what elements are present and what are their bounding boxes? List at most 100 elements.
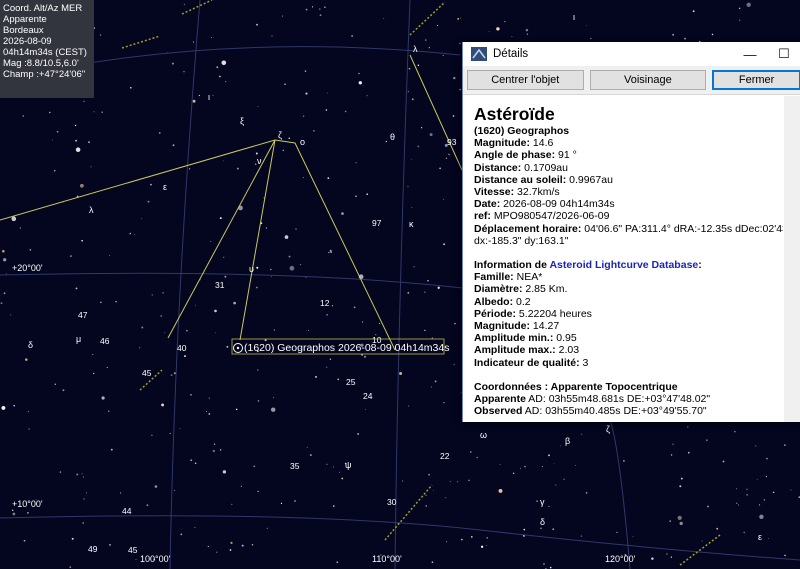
details-titlebar[interactable]: Détails — ☐ (463, 42, 800, 66)
field-value: 3 (579, 356, 589, 369)
info-coord-system: Coord. Alt/Az MER (3, 3, 83, 14)
field-label: Déplacement horaire: (474, 222, 582, 235)
field-label: Magnitude: (474, 320, 530, 333)
field-value: 0.2 (513, 295, 531, 308)
field-row: Diamètre: 2.85 Km. (474, 283, 783, 295)
star-greek-label: ζ (278, 130, 282, 140)
star-greek-label: δ (540, 517, 545, 527)
star-label: 45 (128, 545, 138, 555)
field-value: NEA* (513, 271, 543, 284)
star-label: 25 (346, 377, 356, 387)
field-label: Famille: (474, 271, 514, 284)
field-value: 0.9967au (566, 173, 613, 186)
field-row: Albedo: 0.2 (474, 296, 783, 308)
details-scrollbar[interactable] (784, 96, 800, 422)
lcdb-link[interactable]: Asteroid Lightcurve Database (549, 259, 698, 271)
star-greek-label: ι (208, 92, 210, 102)
star-greek-label: μ (76, 334, 81, 344)
field-row: Distance: 0.1709au (474, 162, 783, 174)
field-row: Angle de phase: 91 ° (474, 149, 783, 161)
field-row: Magnitude: 14.27 (474, 320, 783, 332)
details-title: Détails (493, 48, 529, 60)
field-label: Magnitude: (474, 137, 530, 150)
info-apparent: Apparente (3, 14, 47, 25)
star-label: 47 (78, 310, 88, 320)
star-label: 44 (122, 506, 132, 516)
star-label: 31 (215, 280, 225, 290)
field-row: Magnitude: 14.6 (474, 137, 783, 149)
chart-info-panel: Coord. Alt/Az MER Apparente Bordeaux 202… (0, 0, 94, 98)
field-label: Distance au soleil: (474, 173, 567, 186)
info-time: 04h14m34s (CEST) (3, 47, 87, 58)
star-label: 12 (320, 298, 330, 308)
grid-label-az-100: 100°00' (140, 554, 171, 564)
field-row: Distance au soleil: 0.9967au (474, 174, 783, 186)
field-value: 2026-08-09 04h14m34s (500, 198, 615, 211)
star-greek-label: ι (573, 12, 575, 22)
field-row: Amplitude max.: 2.03 (474, 344, 783, 356)
field-value: 04'06.6" PA:311.4° dRA:-12.35s dDec:02'4… (581, 222, 783, 235)
field-value: 32.7km/s (514, 186, 560, 199)
field-value: 14.27 (530, 320, 560, 333)
star-label: 46 (100, 336, 110, 346)
lcdb-prefix: Information de (474, 259, 550, 272)
field-value: 0.95 (553, 332, 577, 345)
star-greek-label: ψ (345, 460, 351, 470)
field-label: Distance: (474, 161, 522, 174)
star-greek-label: β (565, 436, 570, 446)
object-type-heading: Astéroïde (474, 104, 555, 124)
field-label: Période: (474, 307, 517, 320)
star-greek-label: θ (390, 132, 395, 142)
field-row: Période: 5.22204 heures (474, 308, 783, 320)
star-greek-label: ο (300, 137, 305, 147)
minimize-button[interactable]: — (733, 42, 767, 66)
field-label: ref: (474, 210, 491, 223)
lcdb-heading: Information de Asteroid Lightcurve Datab… (474, 259, 783, 271)
star-label: 30 (387, 497, 397, 507)
star-label: 22 (440, 451, 450, 461)
field-label: Vitesse: (474, 186, 515, 199)
field-row: Apparente AD: 03h55m48.681s DE:+03°47'48… (474, 393, 783, 405)
field-label: Angle de phase: (474, 149, 556, 162)
details-content: Astéroïde (1620) Geographos Magnitude: 1… (463, 96, 783, 422)
field-value: 0.1709au (521, 161, 568, 174)
field-row: Déplacement horaire: 04'06.6" PA:311.4° … (474, 223, 783, 235)
maximize-button[interactable]: ☐ (767, 42, 800, 66)
field-label: Amplitude min.: (474, 332, 554, 345)
field-row: Vitesse: 32.7km/s (474, 186, 783, 198)
asteroid-label: (1620) Geographos 2026-08-09 04h14m34s (244, 342, 449, 354)
asteroid-marker[interactable]: (1620) Geographos 2026-08-09 04h14m34s (231, 338, 449, 355)
object-name: (1620) Geographos (474, 125, 570, 137)
field-value: 5.22204 heures (516, 307, 592, 320)
star-greek-label: λ (89, 205, 94, 215)
field-label: Indicateur de qualité: (474, 356, 580, 369)
star-greek-label: ε (163, 182, 167, 192)
field-row: ref: MPO980547/2026-06-09 (474, 210, 783, 222)
star-greek-label: δ (28, 340, 33, 350)
lcdb-suffix: : (698, 259, 702, 272)
info-field: Champ :+47°24'06" (3, 69, 86, 80)
field-label: Observed (474, 405, 523, 418)
star-greek-label: ω (480, 430, 487, 440)
star-label: 97 (372, 218, 382, 228)
star-greek-label: ν (257, 156, 262, 166)
close-button[interactable]: Fermer (712, 70, 800, 90)
info-magnitude: Mag :8.8/10.5,6.0' (3, 58, 79, 69)
field-label: Albedo: (474, 295, 514, 308)
star-greek-label: ζ (606, 424, 610, 434)
field-label: Diamètre: (474, 283, 523, 296)
grid-label-dec-20: +20°00' (12, 263, 43, 273)
field-value: 14.6 (530, 137, 554, 150)
star-greek-label: γ (540, 497, 545, 507)
field-row: Amplitude min.: 0.95 (474, 332, 783, 344)
field-row: Famille: NEA* (474, 271, 783, 283)
grid-label-az-110: 110°00' (372, 554, 402, 564)
center-object-button[interactable]: Centrer l'objet (467, 70, 584, 90)
displacement-xy: dx:-185.3" dy:163.1" (474, 234, 569, 247)
field-row: Observed AD: 03h55m40.485s DE:+03°49'55.… (474, 405, 783, 417)
field-row: Date: 2026-08-09 04h14m34s (474, 198, 783, 210)
neighborhood-button[interactable]: Voisinage (589, 70, 707, 90)
field-value: 91 ° (555, 149, 577, 162)
app-icon (471, 47, 487, 61)
field-row: Indicateur de qualité: 3 (474, 357, 783, 369)
